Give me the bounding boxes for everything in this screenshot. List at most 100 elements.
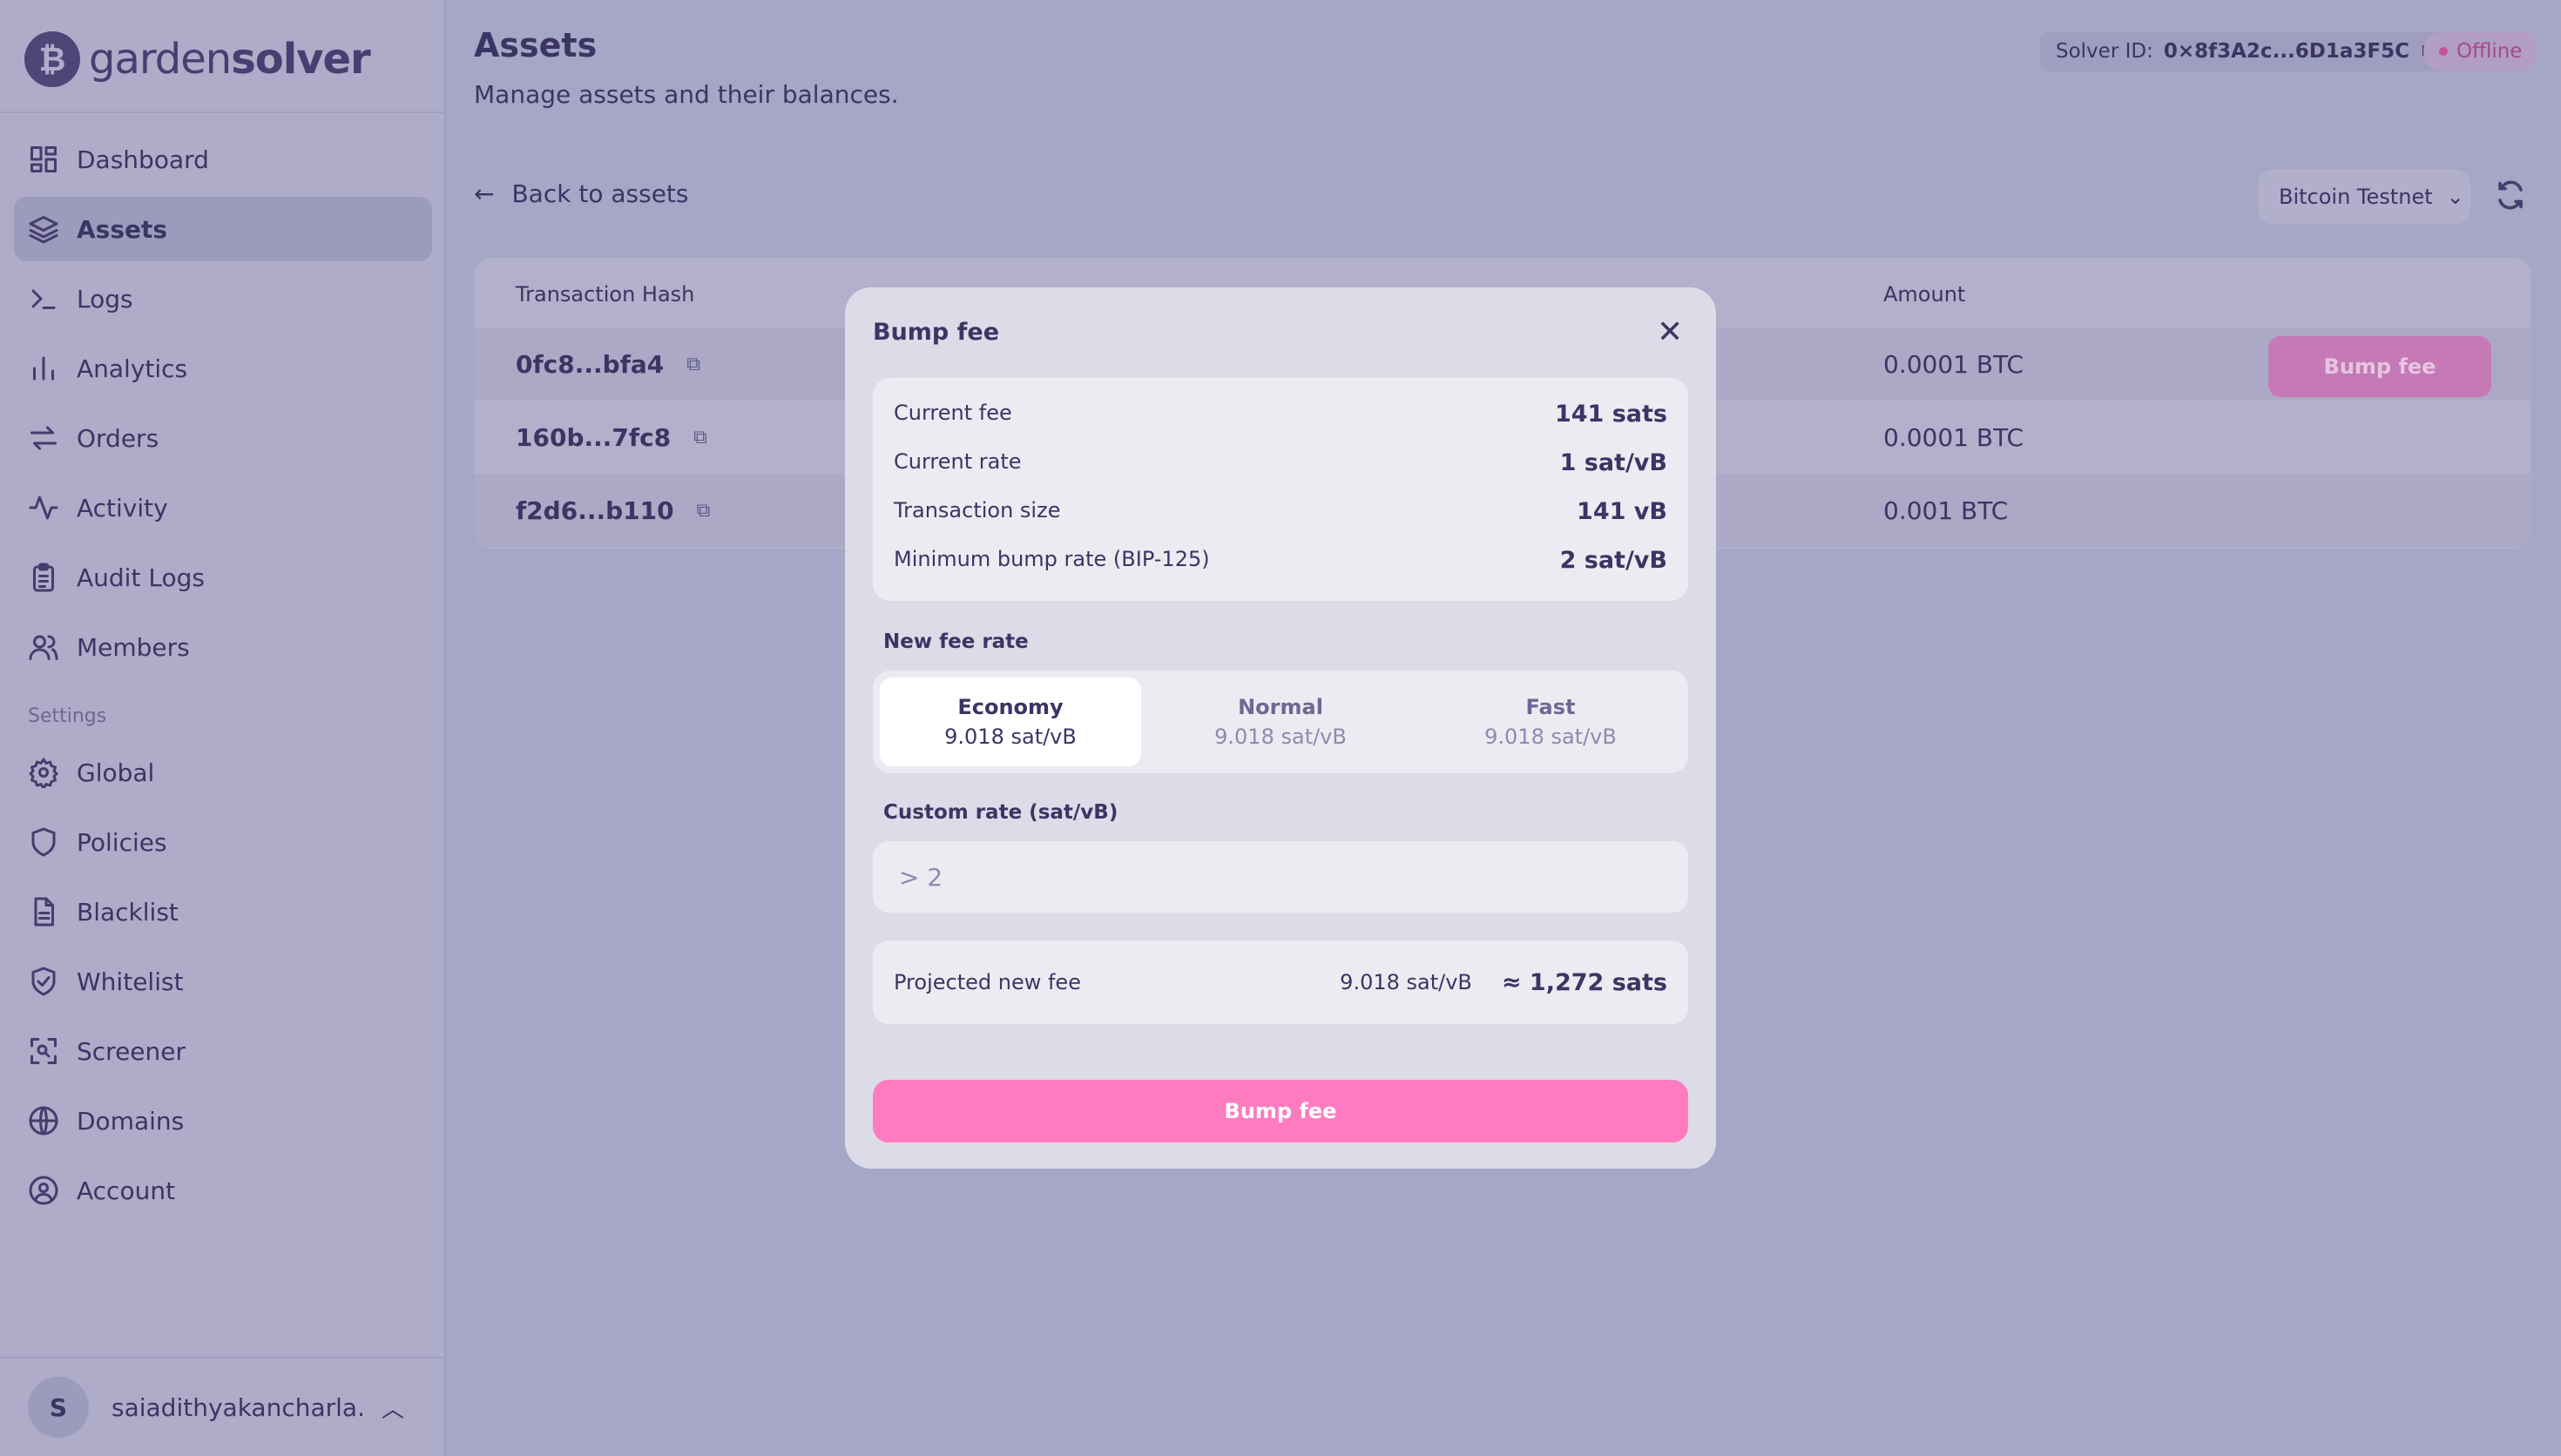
sidebar-item-blacklist[interactable]: Blacklist: [14, 880, 432, 944]
status-dot-icon: [2439, 47, 2448, 56]
sidebar-item-label: Logs: [77, 284, 133, 313]
info-row-min-bump-rate: Minimum bump rate (BIP-125) 2 sat/vB: [894, 547, 1667, 574]
sidebar-item-label: Activity: [77, 493, 168, 522]
column-header-hash: Transaction Hash: [516, 282, 695, 307]
settings-section-label: Settings: [28, 705, 107, 727]
user-circle-icon: [28, 1175, 59, 1206]
shield-icon: [28, 826, 59, 858]
avatar: S: [28, 1377, 89, 1438]
sidebar-item-policies[interactable]: Policies: [14, 810, 432, 874]
back-link-label: Back to assets: [511, 179, 689, 208]
sidebar-item-analytics[interactable]: Analytics: [14, 336, 432, 401]
gear-icon: [28, 757, 59, 788]
page-subtitle: Manage assets and their balances.: [474, 80, 899, 109]
amount-cell: 0.0001 BTC: [1883, 349, 2024, 379]
clipboard-icon: [28, 562, 59, 593]
sidebar-item-account[interactable]: Account: [14, 1158, 432, 1223]
projected-fee-card: Projected new fee 9.018 sat/vB ≈ 1,272 s…: [873, 940, 1688, 1024]
rate-option-economy[interactable]: Economy 9.018 sat/vB: [880, 677, 1141, 766]
logo-divider: [0, 111, 444, 113]
projected-fee-rate: 9.018 sat/vB: [1340, 970, 1472, 994]
back-to-assets-link[interactable]: ← Back to assets: [474, 179, 688, 208]
activity-icon: [28, 492, 59, 523]
amount-cell: 0.0001 BTC: [1883, 422, 2024, 452]
sidebar-item-audit-logs[interactable]: Audit Logs: [14, 545, 432, 610]
info-row-current-fee: Current fee 141 sats: [894, 401, 1667, 428]
network-select-value: Bitcoin Testnet: [2279, 185, 2433, 209]
dialog-title: Bump fee: [873, 319, 1000, 346]
layers-icon: [28, 213, 59, 245]
users-icon: [28, 631, 59, 663]
sidebar-item-label: Domains: [77, 1106, 185, 1136]
sidebar-item-label: Account: [77, 1176, 176, 1205]
column-header-amount: Amount: [1883, 282, 1966, 307]
sidebar-item-dashboard[interactable]: Dashboard: [14, 127, 432, 192]
sidebar-item-label: Policies: [77, 827, 167, 857]
brand-name: gardensolver: [89, 35, 371, 84]
sidebar-item-logs[interactable]: Logs: [14, 266, 432, 331]
hash-cell: 160b...7fc8 ⧉: [516, 401, 707, 474]
sidebar-item-label: Blacklist: [77, 897, 179, 927]
swap-icon: [28, 422, 59, 454]
info-row-transaction-size: Transaction size 141 vB: [894, 498, 1667, 525]
sidebar-item-activity[interactable]: Activity: [14, 475, 432, 540]
copy-icon[interactable]: ⧉: [693, 427, 707, 448]
sidebar: ₿ gardensolver Dashboard Assets Logs Ana…: [0, 0, 446, 1456]
document-icon: [28, 896, 59, 927]
arrow-left-icon: ←: [474, 179, 495, 208]
rate-option-normal[interactable]: Normal 9.018 sat/vB: [1150, 677, 1411, 766]
sidebar-item-label: Screener: [77, 1036, 186, 1066]
sidebar-item-label: Analytics: [77, 354, 188, 383]
status-text: Offline: [2456, 40, 2523, 63]
transaction-hash: 0fc8...bfa4: [516, 349, 665, 379]
sidebar-item-label: Dashboard: [77, 145, 209, 174]
sidebar-item-label: Whitelist: [77, 967, 184, 996]
terminal-icon: [28, 283, 59, 314]
custom-rate-input[interactable]: [873, 841, 1688, 913]
sidebar-item-label: Audit Logs: [77, 563, 205, 592]
shield-check-icon: [28, 966, 59, 997]
new-fee-rate-label: New fee rate: [883, 630, 1029, 653]
sidebar-item-assets[interactable]: Assets: [14, 197, 432, 261]
row-bump-fee-button[interactable]: Bump fee: [2268, 336, 2491, 397]
copy-icon[interactable]: ⧉: [697, 500, 711, 522]
custom-rate-label: Custom rate (sat/vB): [883, 801, 1118, 824]
sidebar-item-screener[interactable]: Screener: [14, 1019, 432, 1083]
sidebar-item-label: Members: [77, 632, 190, 662]
transaction-hash: 160b...7fc8: [516, 422, 672, 452]
sidebar-item-orders[interactable]: Orders: [14, 406, 432, 470]
user-name: saiadithyakancharla...: [111, 1392, 364, 1422]
bump-fee-dialog: Bump fee ✕ Current fee 141 sats Current …: [845, 287, 1716, 1169]
scan-icon: [28, 1035, 59, 1067]
bar-chart-icon: [28, 353, 59, 384]
bitcoin-logo-icon: ₿: [24, 31, 80, 87]
copy-icon[interactable]: ⧉: [686, 354, 700, 375]
chevron-down-icon: ⌄: [2446, 185, 2464, 209]
page-title: Assets: [474, 26, 598, 64]
sidebar-item-members[interactable]: Members: [14, 615, 432, 679]
hash-cell: 0fc8...bfa4 ⧉: [516, 327, 700, 401]
sidebar-item-label: Orders: [77, 423, 159, 453]
status-badge: Offline: [2423, 31, 2538, 71]
chevron-up-icon: ︿: [382, 1396, 405, 1423]
sidebar-item-label: Assets: [77, 214, 168, 244]
transaction-hash: f2d6...b110: [516, 495, 674, 525]
solver-id-label: Solver ID:: [2056, 40, 2153, 63]
dashboard-icon: [28, 144, 59, 175]
fee-rate-selector: Economy 9.018 sat/vB Normal 9.018 sat/vB…: [873, 671, 1688, 773]
close-icon[interactable]: ✕: [1657, 317, 1683, 348]
globe-icon: [28, 1105, 59, 1136]
sidebar-item-whitelist[interactable]: Whitelist: [14, 949, 432, 1014]
rate-option-fast[interactable]: Fast 9.018 sat/vB: [1420, 677, 1681, 766]
user-menu[interactable]: S saiadithyakancharla... ︿: [0, 1357, 444, 1456]
sidebar-item-domains[interactable]: Domains: [14, 1089, 432, 1153]
projected-fee-value: ≈ 1,272 sats: [1501, 968, 1667, 996]
sidebar-item-label: Global: [77, 758, 155, 787]
projected-fee-label: Projected new fee: [894, 970, 1081, 994]
logo[interactable]: ₿ gardensolver: [24, 31, 371, 87]
refresh-button[interactable]: [2495, 179, 2530, 214]
sidebar-item-global[interactable]: Global: [14, 740, 432, 805]
bump-fee-submit-button[interactable]: Bump fee: [873, 1080, 1688, 1143]
refresh-icon: [2498, 180, 2523, 210]
network-select[interactable]: Bitcoin Testnet ⌄: [2258, 169, 2470, 225]
